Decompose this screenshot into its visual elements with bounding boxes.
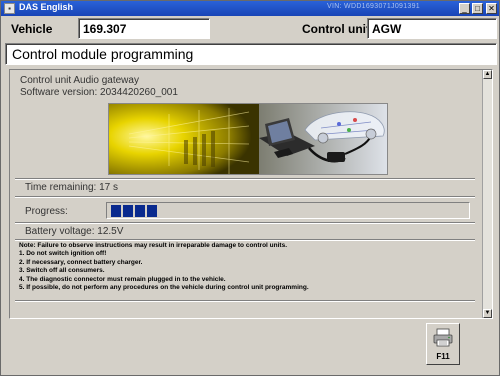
scroll-down-icon[interactable]: ▼ xyxy=(483,309,492,318)
control-unit-label: Control unit xyxy=(302,22,370,36)
f11-label: F11 xyxy=(436,352,450,361)
note-line: 2. If necessary, connect battery charger… xyxy=(19,258,143,266)
scroll-up-icon[interactable]: ▲ xyxy=(483,70,492,79)
vehicle-field: 169.307 xyxy=(78,18,210,39)
progress-block xyxy=(123,205,133,217)
note-line: Note: Failure to observe instructions ma… xyxy=(19,242,288,249)
app-icon: ▪ xyxy=(4,3,15,14)
control-unit-info: Control unit Audio gateway xyxy=(20,75,139,86)
vehicle-row: Vehicle 169.307 Control unit AGW xyxy=(4,17,497,41)
note-line: 4. The diagnostic connector must remain … xyxy=(19,275,226,283)
progress-block xyxy=(147,205,157,217)
das-window: ▪ DAS English VIN: WDD1693071J091391 _ □… xyxy=(0,0,500,376)
progress-block xyxy=(111,205,121,217)
minimize-button[interactable]: _ xyxy=(459,3,470,14)
window-title: DAS English xyxy=(19,2,74,12)
progress-label: Progress: xyxy=(25,206,68,217)
separator xyxy=(15,196,475,198)
note-line: 5. If possible, do not perform any proce… xyxy=(19,284,309,292)
progress-block xyxy=(135,205,145,217)
vertical-scrollbar[interactable]: ▲ ▼ xyxy=(482,70,492,318)
time-remaining: Time remaining: 17 s xyxy=(25,182,118,193)
separator xyxy=(15,300,475,302)
close-button[interactable]: ✕ xyxy=(486,3,497,14)
separator xyxy=(15,239,475,241)
f11-print-button[interactable]: F11 xyxy=(426,323,460,365)
maximize-button[interactable]: □ xyxy=(472,3,483,14)
laptop-diagnostic-car-illustration xyxy=(108,103,388,175)
vin-text: VIN: WDD1693071J091391 xyxy=(327,3,420,10)
battery-voltage: Battery voltage: 12.5V xyxy=(25,226,124,237)
page-title: Control module programming xyxy=(5,43,497,65)
separator xyxy=(15,222,475,224)
separator xyxy=(15,178,475,180)
title-bar[interactable]: ▪ DAS English VIN: WDD1693071J091391 _ □… xyxy=(1,1,499,16)
control-unit-field: AGW xyxy=(367,18,497,39)
note-line: 3. Switch off all consumers. xyxy=(19,267,105,275)
printer-icon xyxy=(433,328,453,347)
software-version: Software version: 2034420260_001 xyxy=(20,87,178,98)
progress-bar xyxy=(106,202,470,219)
main-panel: Control unit Audio gateway Software vers… xyxy=(9,69,493,319)
notes-list: Note: Failure to observe instructions ma… xyxy=(19,242,475,298)
note-line: 1. Do not switch ignition off! xyxy=(19,250,107,258)
info-section: Control unit Audio gateway Software vers… xyxy=(15,73,475,177)
vehicle-label: Vehicle xyxy=(11,22,53,36)
